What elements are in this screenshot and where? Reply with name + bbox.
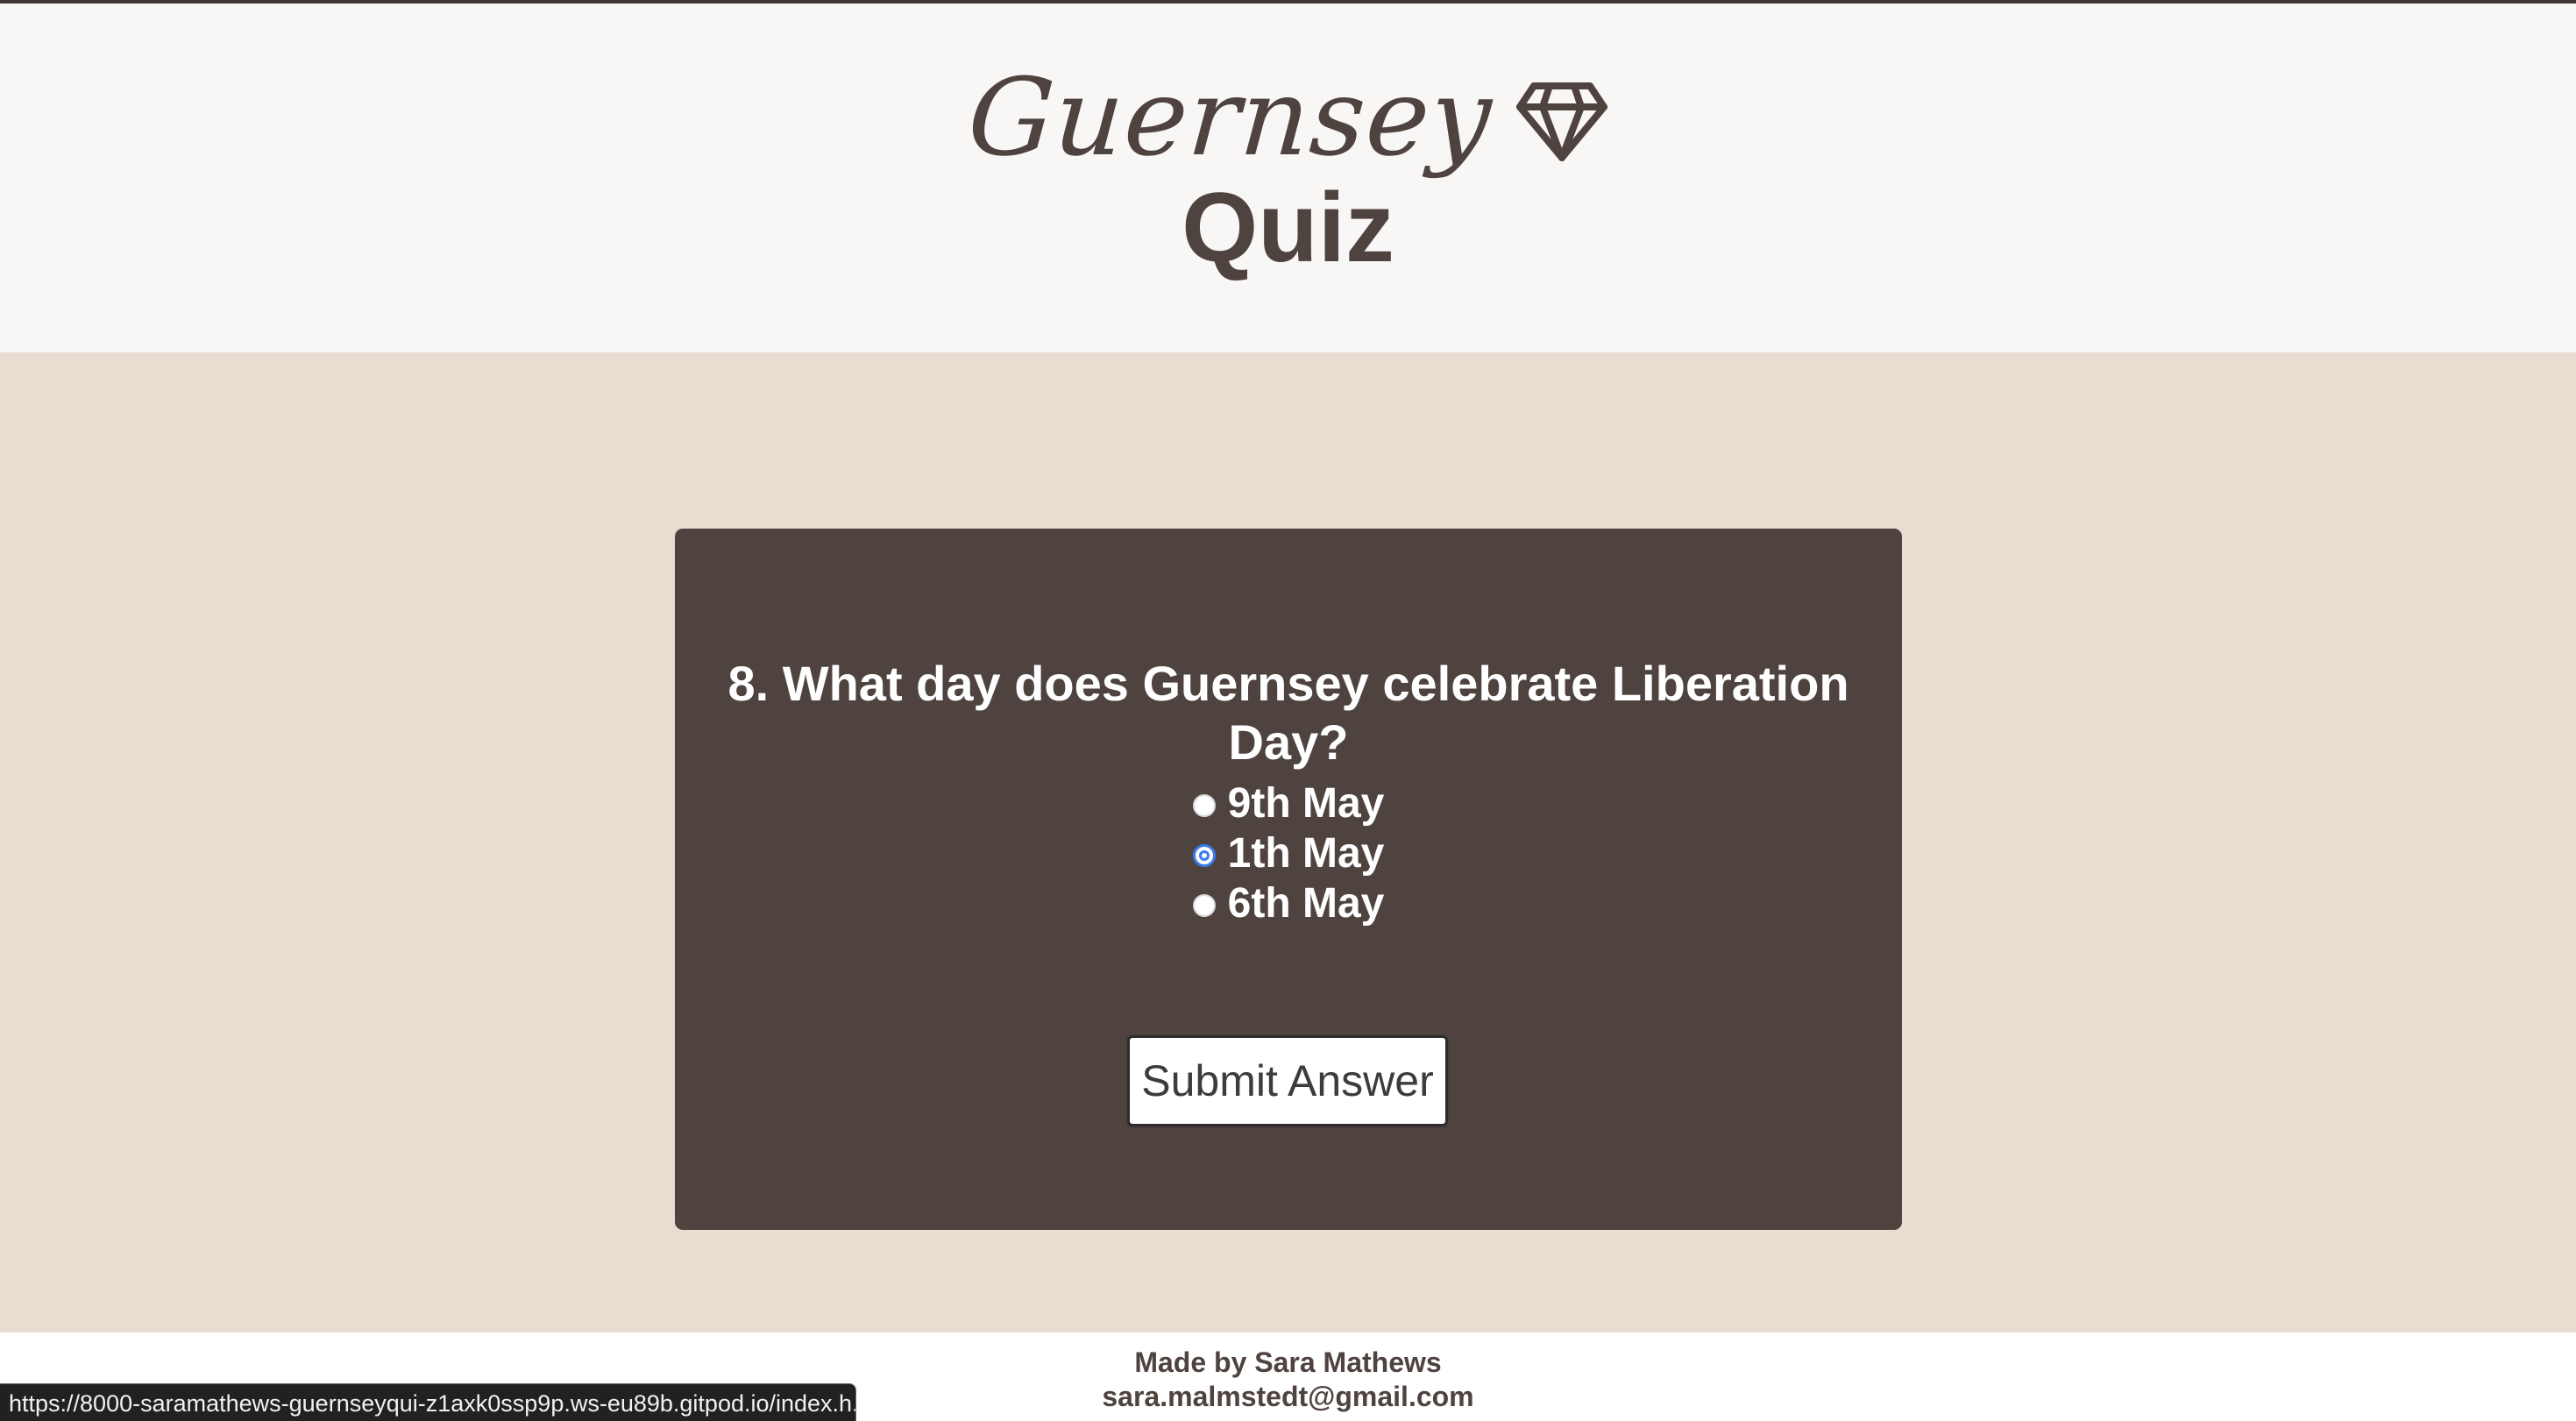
radio-button-3[interactable] [1192, 893, 1216, 917]
answer-label-3: 6th May [1227, 879, 1385, 927]
answer-option-3[interactable]: 6th May [1192, 878, 1385, 928]
question-text: 8. What day does Guernsey celebrate Libe… [727, 656, 1849, 771]
answer-label-2: 1th May [1227, 829, 1385, 877]
brand-name: Guernsey [964, 55, 1496, 180]
answer-label-1: 9th May [1227, 779, 1385, 827]
quiz-card: 8. What day does Guernsey celebrate Libe… [675, 529, 1902, 1230]
submit-answer-button[interactable]: Submit Answer [1127, 1035, 1448, 1126]
site-header: Guernsey Quiz [0, 4, 2576, 352]
brand: Guernsey [0, 47, 2576, 188]
browser-status-url: https://8000-saramathews-guernseyqui-z1a… [0, 1383, 856, 1421]
answer-option-2[interactable]: 1th May [1192, 828, 1385, 878]
answer-option-1[interactable]: 9th May [1192, 778, 1385, 828]
footer-credit: Made by Sara Mathews [1134, 1346, 1442, 1378]
radio-button-1[interactable] [1192, 793, 1216, 817]
page-title: Quiz [1182, 173, 1394, 282]
answer-options: 9th May 1th May 6th May [675, 778, 1902, 928]
gem-icon [1515, 82, 1607, 161]
radio-button-2-selected[interactable] [1192, 843, 1216, 867]
